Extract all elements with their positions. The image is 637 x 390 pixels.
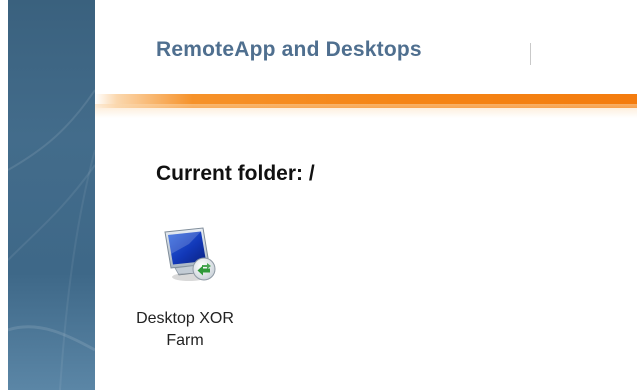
current-folder-heading: Current folder: / xyxy=(156,162,315,185)
app-label[interactable]: Desktop XOR Farm xyxy=(105,308,265,352)
app-tile-desktop-xor-farm[interactable]: Desktop XOR Farm xyxy=(105,222,265,362)
header-divider xyxy=(530,43,531,65)
top-strip xyxy=(95,0,637,14)
remote-desktop-monitor-icon[interactable] xyxy=(159,224,223,288)
main-content: Current folder: / Desktop XOR Farm xyxy=(95,118,637,390)
page-title: RemoteApp and Desktops xyxy=(156,38,422,61)
header-accent-glow xyxy=(95,104,637,118)
app-label-line1: Desktop XOR xyxy=(136,310,234,327)
header: RemoteApp and Desktops xyxy=(95,14,637,98)
side-panel-decoration xyxy=(8,89,95,390)
app-label-line2: Farm xyxy=(166,332,204,349)
side-panel xyxy=(8,0,95,390)
left-frame xyxy=(0,0,8,390)
